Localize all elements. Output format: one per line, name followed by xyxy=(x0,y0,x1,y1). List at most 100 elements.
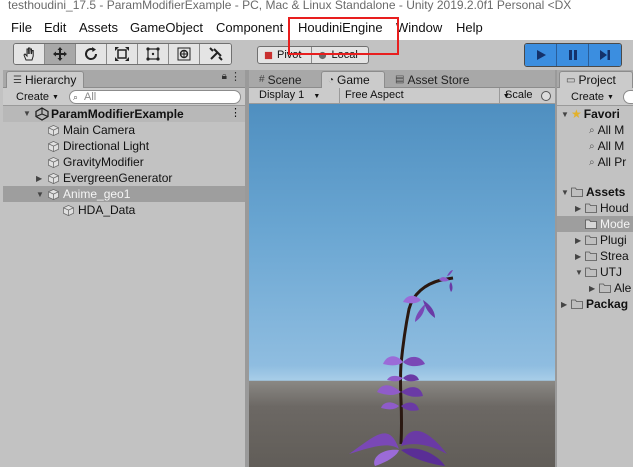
lock-icon[interactable]: 🔒︎ xyxy=(222,71,227,82)
panel-menu-icon[interactable]: ⋮ xyxy=(230,70,241,83)
menu-component[interactable]: Component xyxy=(216,20,283,35)
assets-item-label: Plugi xyxy=(600,233,627,247)
unity-scene-icon xyxy=(35,107,49,121)
move-tool-button[interactable] xyxy=(45,44,76,64)
menu-houdiniengine[interactable]: HoudiniEngine xyxy=(298,20,383,35)
local-icon xyxy=(319,51,327,59)
hierarchy-row-gravitymodifier[interactable]: GravityModifier xyxy=(3,154,245,170)
scene-root-row[interactable]: ▼ ParamModifierExample ⋮ xyxy=(3,106,245,122)
favorites-header[interactable]: ▼ ★ Favori xyxy=(557,106,633,122)
hierarchy-row-directional-light[interactable]: Directional Light xyxy=(3,138,245,154)
local-button[interactable]: Local xyxy=(312,47,367,63)
hierarchy-row-hda-data[interactable]: HDA_Data xyxy=(3,202,245,218)
hierarchy-row-main-camera[interactable]: Main Camera xyxy=(3,122,245,138)
collapsed-arrow-icon[interactable]: ▶ xyxy=(575,252,585,261)
custom-tool-button[interactable] xyxy=(200,44,231,64)
expand-arrow-icon[interactable]: ▼ xyxy=(561,110,571,119)
transform-tools xyxy=(13,43,232,65)
assets-item[interactable]: ▶ Ale xyxy=(557,280,633,296)
game-toolbar: Display 1 ▼ Free Aspect ▼ Scale xyxy=(249,88,555,104)
move-tool-icon xyxy=(53,47,67,61)
assets-item[interactable]: ▶ Houd xyxy=(557,200,633,216)
plant-model xyxy=(349,270,454,466)
assets-item[interactable]: ▶ Plugi xyxy=(557,232,633,248)
menu-edit[interactable]: Edit xyxy=(44,20,66,35)
scale-slider-thumb[interactable] xyxy=(541,91,551,101)
tab-scene[interactable]: # Scene xyxy=(253,71,308,88)
unity-editor-window: testhoudini_17.5 - ParamModifierExample … xyxy=(0,0,633,467)
hierarchy-row-anime-geo1[interactable]: ▼ Anime_geo1 xyxy=(3,186,245,202)
hierarchy-tab-label: Hierarchy xyxy=(24,73,77,87)
assets-item[interactable]: Mode xyxy=(557,216,633,232)
collapsed-arrow-icon[interactable]: ▶ xyxy=(589,284,599,293)
hand-tool-button[interactable] xyxy=(14,44,45,64)
gameobject-cube-icon xyxy=(48,172,59,184)
scale-slider-label: Scale xyxy=(505,89,533,101)
pivot-button[interactable]: Pivot xyxy=(258,47,313,63)
folder-icon xyxy=(585,203,597,213)
scale-label: Scale xyxy=(505,89,533,101)
project-create-dropdown[interactable]: Create ▼ xyxy=(567,90,618,104)
project-toolbar: Create ▼ xyxy=(557,88,633,106)
aspect-dropdown[interactable]: Free Aspect ▼ xyxy=(345,89,510,101)
assets-item-label: Strea xyxy=(600,249,629,263)
rotate-tool-button[interactable] xyxy=(76,44,107,64)
pause-button[interactable] xyxy=(557,44,589,66)
favorites-item[interactable]: ⌕ All M xyxy=(557,122,633,138)
gameobject-cube-icon xyxy=(48,156,59,168)
collapsed-arrow-icon[interactable]: ▶ xyxy=(575,236,585,245)
favorites-item-label: All M xyxy=(597,123,625,137)
title-bar: testhoudini_17.5 - ParamModifierExample … xyxy=(0,0,633,16)
tab-game[interactable]: ◔ Game xyxy=(321,71,385,88)
rect-tool-button[interactable] xyxy=(138,44,169,64)
hierarchy-item-label: Main Camera xyxy=(63,123,136,137)
collapsed-arrow-icon[interactable]: ▶ xyxy=(575,204,585,213)
folder-icon xyxy=(585,267,597,277)
pivot-icon xyxy=(264,51,273,59)
favorites-item[interactable]: ⌕ All M xyxy=(557,138,633,154)
hierarchy-item-label: GravityModifier xyxy=(63,155,144,169)
packages-header[interactable]: ▶ Packag xyxy=(557,296,633,312)
tab-asset-store[interactable]: ▤ Asset Store xyxy=(389,71,475,88)
menu-help[interactable]: Help xyxy=(456,20,483,35)
hierarchy-create-dropdown[interactable]: Create ▼ xyxy=(12,90,63,104)
assets-item[interactable]: ▼ UTJ xyxy=(557,264,633,280)
window-title: testhoudini_17.5 - ParamModifierExample … xyxy=(8,0,572,12)
scale-tool-button[interactable] xyxy=(107,44,138,64)
tab-project[interactable]: ▭ Project xyxy=(559,71,633,88)
display-dropdown[interactable]: Display 1 ▼ xyxy=(259,89,320,101)
menu-gameobject[interactable]: GameObject xyxy=(130,20,203,35)
project-search-input[interactable] xyxy=(623,90,633,104)
tab-hierarchy[interactable]: ☰ Hierarchy xyxy=(6,71,84,88)
expand-arrow-icon[interactable]: ▼ xyxy=(36,190,46,199)
favorites-label: Favori xyxy=(583,107,620,121)
expand-arrow-icon[interactable]: ▼ xyxy=(575,268,585,277)
favorites-item[interactable]: ⌕ All Pr xyxy=(557,154,633,170)
expand-arrow-icon[interactable]: ▼ xyxy=(23,109,33,118)
play-button[interactable] xyxy=(525,44,557,66)
collapsed-arrow-icon[interactable]: ▶ xyxy=(561,300,571,309)
expand-arrow-icon[interactable]: ▼ xyxy=(561,188,571,197)
favorites-item-label: All M xyxy=(597,139,625,153)
menu-window[interactable]: Window xyxy=(396,20,442,35)
assets-header[interactable]: ▼ Assets xyxy=(557,184,633,200)
game-viewport[interactable] xyxy=(249,104,555,467)
folder-icon xyxy=(571,299,583,309)
scene-menu-icon[interactable]: ⋮ xyxy=(230,106,241,119)
pause-icon xyxy=(568,50,577,60)
hierarchy-search-input[interactable]: ⌕ All xyxy=(69,90,241,104)
hierarchy-panel: ☰ Hierarchy 🔒︎ ⋮ Create ▼ ⌕ All ▼ ParamM… xyxy=(3,70,245,467)
hierarchy-row-evergreengenerator[interactable]: ▶ EvergreenGenerator xyxy=(3,170,245,186)
hierarchy-item-label: HDA_Data xyxy=(78,203,136,217)
menu-file[interactable]: File xyxy=(11,20,32,35)
menu-bar: File Edit Assets GameObject Component Ho… xyxy=(0,16,633,40)
assets-item[interactable]: ▶ Strea xyxy=(557,248,633,264)
scene-tab-label: Scene xyxy=(267,72,302,87)
collapsed-arrow-icon[interactable]: ▶ xyxy=(36,174,46,183)
game-tab-label: Game xyxy=(337,73,370,87)
transform-tool-button[interactable] xyxy=(169,44,200,64)
folder-icon xyxy=(599,283,611,293)
step-button[interactable] xyxy=(589,44,621,66)
rotate-tool-icon xyxy=(85,47,98,60)
menu-assets[interactable]: Assets xyxy=(79,20,118,35)
